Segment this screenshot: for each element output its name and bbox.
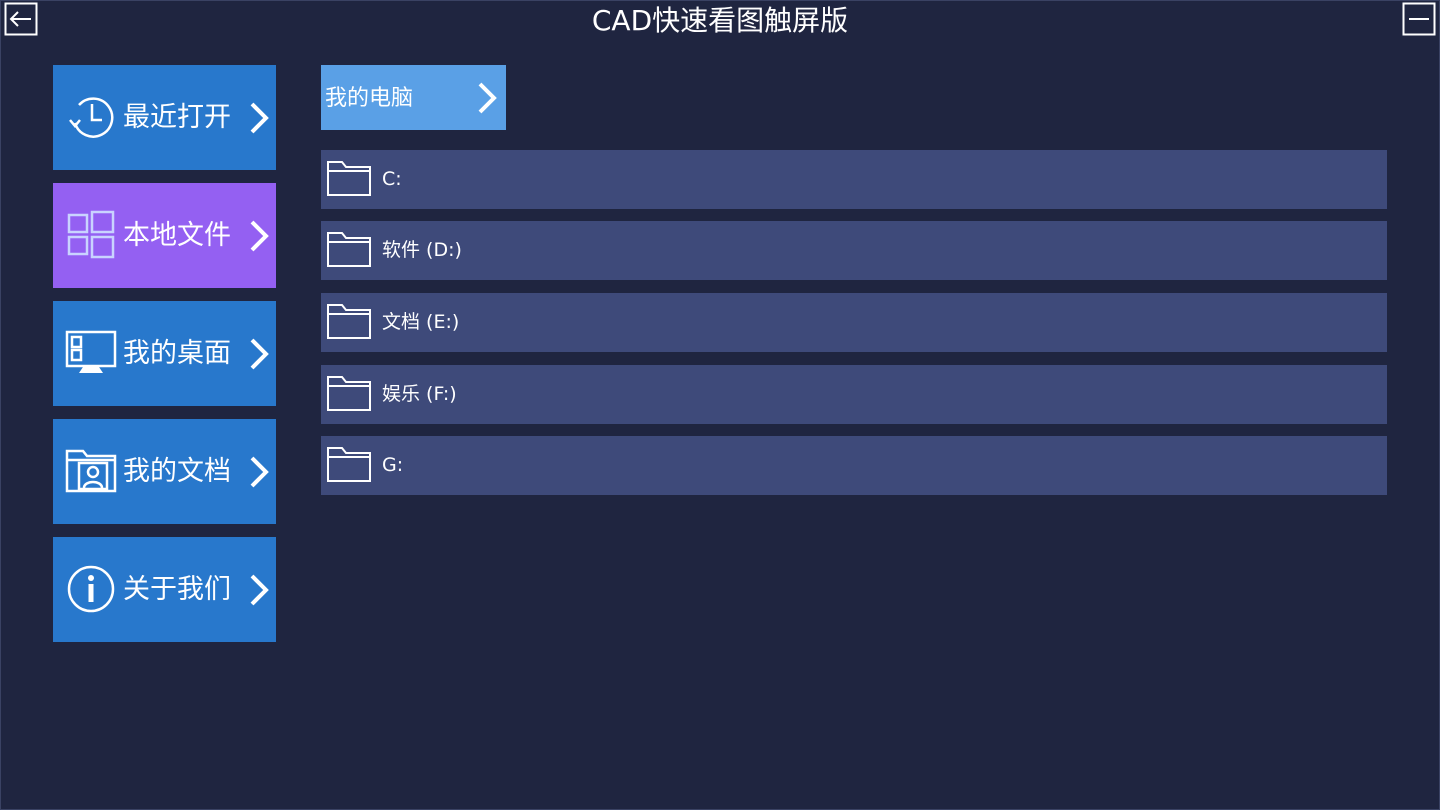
drive-row-c[interactable]: C:: [321, 150, 1387, 209]
sidebar-item-about[interactable]: 关于我们: [53, 537, 276, 642]
windows-logo-icon: [67, 210, 115, 259]
clock-history-icon: [69, 97, 114, 138]
info-icon: [67, 565, 115, 613]
user-folder-icon: [65, 449, 117, 493]
sidebar-item-label: 我的桌面: [123, 338, 231, 369]
chevron-right-icon: [250, 102, 269, 134]
folder-icon: [327, 232, 371, 267]
breadcrumb-my-computer[interactable]: 我的电脑: [321, 65, 506, 130]
sidebar-item-recent[interactable]: 最近打开: [53, 65, 276, 170]
folder-icon: [327, 161, 371, 196]
sidebar-item-label: 关于我们: [123, 574, 231, 605]
minimize-icon: [1402, 2, 1436, 36]
drive-label: G:: [382, 454, 404, 476]
drive-row-f[interactable]: 娱乐 (F:): [321, 365, 1387, 424]
chevron-right-icon: [250, 574, 269, 606]
sidebar-item-desktop[interactable]: 我的桌面: [53, 301, 276, 406]
chevron-right-icon: [250, 456, 269, 488]
minimize-button[interactable]: [1402, 2, 1436, 36]
folder-icon: [327, 376, 371, 411]
sidebar-item-label: 本地文件: [123, 220, 231, 251]
drive-label: 软件 (D:): [382, 239, 462, 261]
chevron-right-icon: [250, 338, 269, 370]
desktop-monitor-icon: [65, 330, 117, 373]
folder-icon: [327, 304, 371, 339]
drive-label: 娱乐 (F:): [382, 383, 457, 405]
sidebar-item-local-files[interactable]: 本地文件: [53, 183, 276, 288]
sidebar-item-label: 我的文档: [123, 456, 231, 487]
drive-label: 文档 (E:): [382, 311, 460, 333]
drive-row-e[interactable]: 文档 (E:): [321, 293, 1387, 352]
chevron-right-icon: [478, 82, 497, 114]
drive-row-g[interactable]: G:: [321, 436, 1387, 495]
sidebar-item-documents[interactable]: 我的文档: [53, 419, 276, 524]
folder-icon: [327, 447, 371, 482]
drive-row-d[interactable]: 软件 (D:): [321, 221, 1387, 280]
breadcrumb-label: 我的电脑: [325, 86, 414, 111]
drive-label: C:: [382, 168, 402, 190]
chevron-right-icon: [250, 220, 269, 252]
app-title: CAD快速看图触屏版: [591, 4, 849, 37]
sidebar-item-label: 最近打开: [123, 102, 231, 133]
